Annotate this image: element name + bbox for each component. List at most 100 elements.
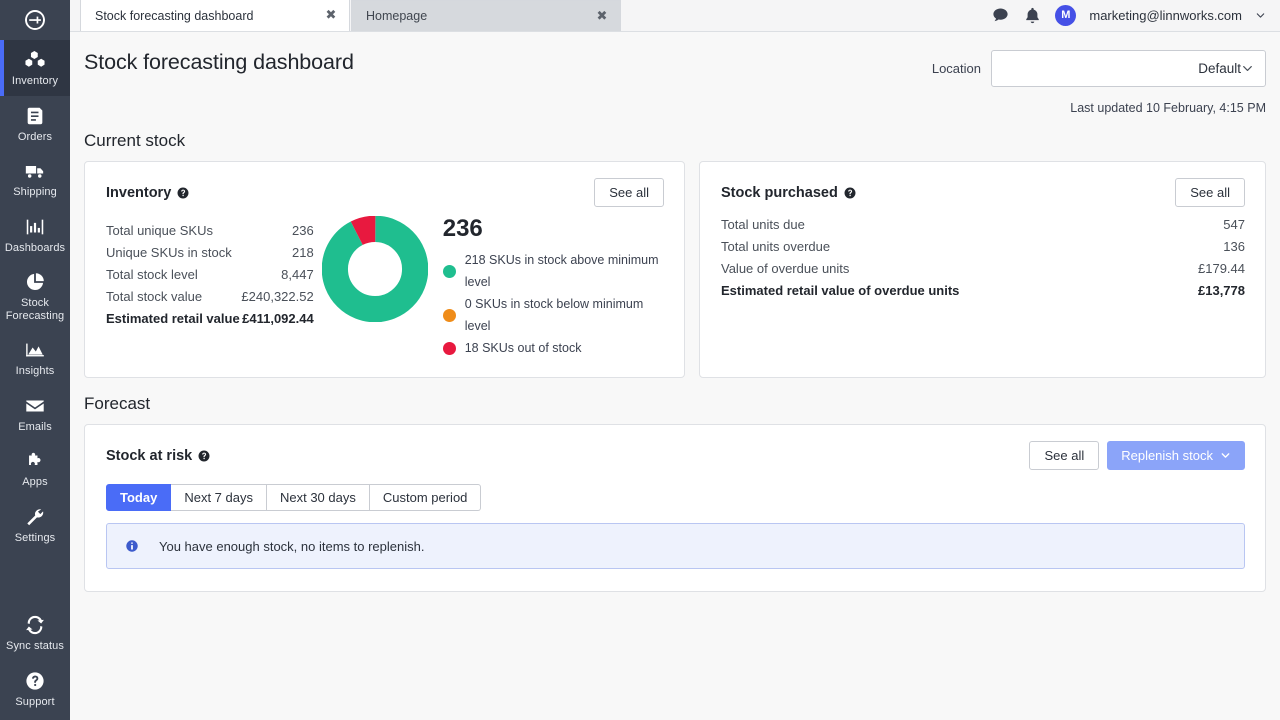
inventory-card-title: Inventory [106, 184, 172, 201]
stat-label: Total stock value [106, 289, 203, 304]
stat-label: Total stock level [106, 267, 198, 282]
inventory-stats-table: Total unique SKUs 236 Unique SKUs in sto… [106, 220, 314, 330]
replenish-stock-label: Replenish stock [1121, 448, 1213, 463]
sidebar-item-support[interactable]: Support [0, 661, 70, 717]
legend-item: 218 SKUs in stock above minimum level [442, 249, 664, 293]
table-row: Estimated retail value of overdue units … [721, 280, 1245, 302]
sidebar-item-settings[interactable]: Settings [0, 497, 70, 553]
table-row: Value of overdue units £179.44 [721, 258, 1245, 280]
topbar-actions: M marketing@linnworks.com [991, 0, 1280, 31]
legend-item: 18 SKUs out of stock [442, 337, 664, 359]
tab-title: Homepage [366, 9, 428, 23]
sidebar-item-shipping[interactable]: Shipping [0, 151, 70, 207]
current-stock-cards: Inventory See all Total unique SKUs 236 [84, 161, 1266, 378]
tab-custom-period[interactable]: Custom period [369, 484, 482, 511]
sidebar-item-label: Support [15, 695, 55, 708]
stat-value: 236 [292, 223, 314, 238]
orders-icon [24, 105, 46, 127]
tab-next-30-days[interactable]: Next 30 days [266, 484, 370, 511]
sidebar-item-insights[interactable]: Insights [0, 330, 70, 386]
sidebar-item-label: Settings [14, 531, 56, 544]
stock-purchased-see-all-button[interactable]: See all [1175, 178, 1245, 207]
legend-dot-in-stock-above [442, 264, 456, 278]
inventory-total-skus: 236 [442, 215, 483, 242]
question-circle-icon [24, 670, 46, 692]
location-select[interactable]: Default [991, 50, 1266, 87]
stock-at-risk-card-header: Stock at risk See all Replenish stock [106, 441, 1245, 470]
table-row: Total stock level 8,447 [106, 264, 314, 286]
close-icon[interactable]: ✖ [323, 8, 339, 24]
section-title-forecast: Forecast [84, 394, 151, 413]
linnworks-logo[interactable] [0, 0, 70, 40]
wrench-icon [24, 506, 46, 528]
legend-label: 0 SKUs in stock below minimum level [464, 297, 644, 333]
stat-value: 8,447 [281, 267, 314, 282]
inventory-card-body: Total unique SKUs 236 Unique SKUs in sto… [106, 213, 664, 359]
help-icon[interactable] [197, 449, 211, 463]
info-alert: You have enough stock, no items to reple… [106, 523, 1245, 569]
inventory-donut-chart [321, 216, 428, 322]
truck-icon [24, 160, 46, 182]
help-icon[interactable] [843, 186, 857, 200]
section-title-current-stock: Current stock [84, 131, 186, 150]
stat-value: £240,322.52 [241, 289, 314, 304]
stat-value: £179.44 [1198, 261, 1245, 276]
stock-purchased-card-title: Stock purchased [721, 184, 838, 201]
stat-label: Estimated retail value [106, 311, 240, 326]
table-row: Unique SKUs in stock 218 [106, 242, 314, 264]
stock-purchased-card: Stock purchased See all Total units due … [699, 161, 1266, 378]
sidebar-item-stock-forecasting[interactable]: Stock Forecasting [0, 262, 70, 330]
avatar[interactable]: M [1055, 4, 1077, 26]
stock-at-risk-card-title: Stock at risk [106, 447, 193, 464]
stat-label: Total units overdue [721, 239, 831, 254]
tab-homepage[interactable]: Homepage ✖ [351, 0, 621, 31]
legend-dot-out-of-stock [442, 341, 456, 355]
sidebar-item-inventory[interactable]: Inventory [0, 40, 70, 96]
inventory-see-all-button[interactable]: See all [594, 178, 664, 207]
main-area: Stock forecasting dashboard ✖ Homepage ✖… [70, 0, 1280, 720]
sidebar-item-orders[interactable]: Orders [0, 96, 70, 152]
sidebar-item-label: Orders [17, 130, 53, 143]
stock-purchased-card-header: Stock purchased See all [721, 178, 1245, 207]
stat-value: £13,778 [1198, 283, 1245, 298]
tab-next-7-days[interactable]: Next 7 days [171, 484, 267, 511]
sidebar-item-apps[interactable]: Apps [0, 441, 70, 497]
sidebar-bottom-nav: Sync status Support [0, 605, 70, 720]
area-chart-icon [24, 339, 46, 361]
sidebar-item-emails[interactable]: Emails [0, 386, 70, 442]
pie-chart-icon [24, 271, 46, 293]
stock-at-risk-card: Stock at risk See all Replenish stock To… [84, 424, 1266, 592]
stock-purchased-stats-table: Total units due 547 Total units overdue … [721, 214, 1245, 302]
table-row: Total stock value £240,322.52 [106, 286, 314, 308]
stat-label: Estimated retail value of overdue units [721, 283, 960, 298]
tab-stock-forecasting-dashboard[interactable]: Stock forecasting dashboard ✖ [80, 0, 350, 31]
sidebar-item-label: Apps [22, 476, 48, 488]
sidebar-item-sync-status[interactable]: Sync status [0, 605, 70, 661]
inventory-card-header: Inventory See all [106, 178, 664, 207]
stat-value: 547 [1223, 217, 1245, 232]
table-row: Estimated retail value £411,092.44 [106, 308, 314, 330]
bell-icon[interactable] [1023, 6, 1042, 25]
stat-label: Unique SKUs in stock [106, 245, 232, 260]
chevron-down-icon[interactable] [1255, 10, 1266, 21]
help-icon[interactable] [176, 186, 190, 200]
last-updated-text: Last updated 10 February, 4:15 PM [1070, 101, 1266, 115]
table-row: Total units due 547 [721, 214, 1245, 236]
info-icon [125, 539, 139, 553]
replenish-stock-button[interactable]: Replenish stock [1107, 441, 1245, 470]
sidebar-item-dashboards[interactable]: Dashboards [0, 207, 70, 263]
page-header: Stock forecasting dashboard Location Def… [84, 32, 1266, 115]
chat-bubble-icon[interactable] [991, 6, 1010, 25]
tab-today[interactable]: Today [106, 484, 172, 511]
stock-at-risk-see-all-button[interactable]: See all [1029, 441, 1100, 470]
inventory-card: Inventory See all Total unique SKUs 236 [84, 161, 685, 378]
location-control: Location Default [932, 50, 1266, 87]
location-label: Location [931, 61, 981, 76]
info-alert-text: You have enough stock, no items to reple… [159, 538, 425, 554]
page-content: Stock forecasting dashboard Location Def… [70, 32, 1280, 720]
close-icon[interactable]: ✖ [594, 8, 610, 24]
table-row: Total units overdue 136 [721, 236, 1245, 258]
sidebar-item-label: Emails [18, 420, 52, 433]
sidebar-item-label: Dashboards [4, 241, 66, 254]
boxes-icon [24, 49, 46, 71]
